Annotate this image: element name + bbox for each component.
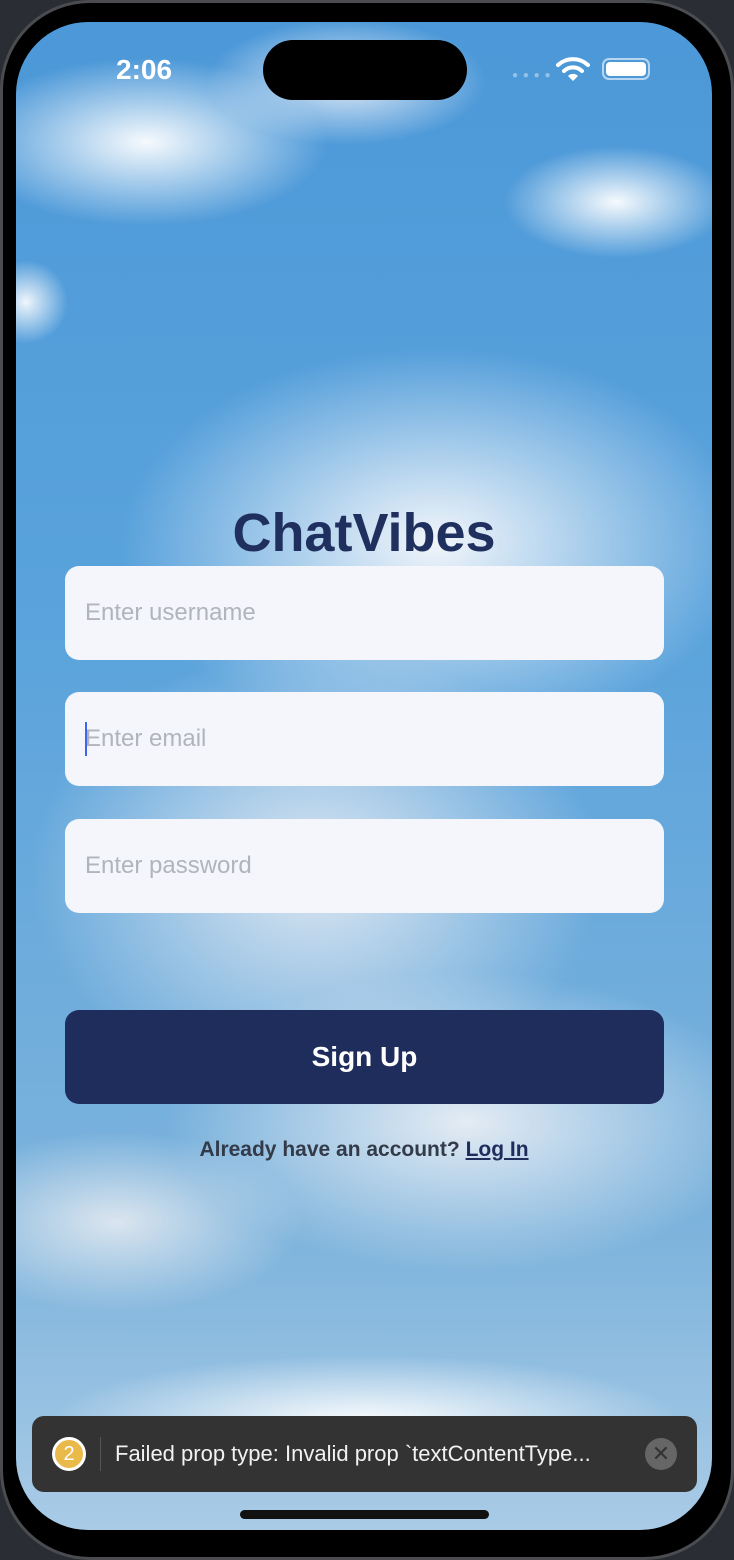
- divider: [100, 1437, 101, 1471]
- password-placeholder: Enter password: [85, 852, 252, 879]
- warning-toast[interactable]: 2 Failed prop type: Invalid prop `textCo…: [32, 1416, 697, 1492]
- login-prompt: Already have an account? Log In: [16, 1138, 712, 1162]
- login-prompt-text: Already have an account?: [199, 1138, 460, 1161]
- warning-count-badge: 2: [52, 1437, 86, 1471]
- warning-message: Failed prop type: Invalid prop `textCont…: [115, 1441, 591, 1466]
- email-input[interactable]: Enter email: [65, 692, 664, 786]
- close-icon[interactable]: ✕: [645, 1438, 677, 1470]
- dynamic-island: [263, 40, 467, 100]
- wifi-icon: [556, 57, 590, 81]
- status-time: 2:06: [116, 54, 173, 85]
- screen: 2:06 ● ● ● ● ChatVibes Enter username En…: [16, 22, 712, 1530]
- login-link[interactable]: Log In: [466, 1138, 529, 1161]
- username-placeholder: Enter username: [85, 599, 256, 626]
- home-indicator[interactable]: [240, 1510, 489, 1519]
- signal-icon: ● ● ● ●: [512, 70, 552, 81]
- password-input[interactable]: Enter password: [65, 819, 664, 913]
- sign-up-button[interactable]: Sign Up: [65, 1010, 664, 1104]
- username-input[interactable]: Enter username: [65, 566, 664, 660]
- battery-icon: [602, 58, 650, 80]
- email-placeholder: Enter email: [85, 725, 207, 752]
- app-title: ChatVibes: [232, 503, 496, 563]
